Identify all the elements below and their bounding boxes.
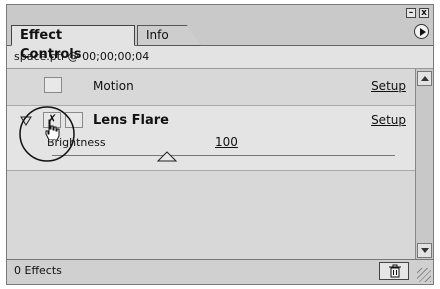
trash-icon bbox=[389, 264, 401, 278]
title-bar[interactable]: – x bbox=[7, 5, 433, 21]
minimize-button[interactable]: – bbox=[406, 8, 416, 18]
status-bar: 0 Effects bbox=[7, 259, 433, 284]
scroll-down-icon[interactable] bbox=[417, 243, 432, 258]
hand-cursor-icon bbox=[45, 119, 60, 140]
delete-effect-button[interactable] bbox=[379, 262, 409, 280]
slider-track[interactable] bbox=[52, 155, 395, 156]
effect-name: Motion bbox=[93, 79, 134, 93]
effect-controls-window: – x Effect Controls Info space.ptl @ 00;… bbox=[6, 4, 434, 285]
effects-list: Motion Setup ✗ Lens Flare Setup Brightne… bbox=[7, 69, 415, 260]
vertical-scrollbar[interactable] bbox=[415, 69, 433, 260]
scroll-up-icon[interactable] bbox=[417, 71, 432, 86]
resize-grip[interactable] bbox=[417, 268, 431, 282]
slider-thumb-icon[interactable] bbox=[157, 151, 177, 163]
param-value[interactable]: 100 bbox=[215, 135, 238, 149]
effect-enable-toggle[interactable] bbox=[44, 77, 62, 93]
effects-count: 0 Effects bbox=[14, 264, 62, 277]
effect-name: Lens Flare bbox=[93, 113, 169, 128]
tab-effect-controls[interactable]: Effect Controls bbox=[11, 25, 135, 62]
tab-info[interactable]: Info bbox=[137, 25, 201, 46]
setup-link-lens-flare[interactable]: Setup bbox=[371, 113, 406, 127]
setup-link-motion[interactable]: Setup bbox=[371, 79, 406, 93]
tab-bar: Effect Controls Info bbox=[7, 21, 433, 62]
effect-row-motion[interactable]: Motion Setup bbox=[7, 69, 415, 106]
menu-arrow-icon[interactable] bbox=[414, 24, 429, 39]
close-button[interactable]: x bbox=[419, 8, 429, 18]
effect-row-lens-flare[interactable]: ✗ Lens Flare Setup Brightness 100 bbox=[7, 106, 415, 171]
